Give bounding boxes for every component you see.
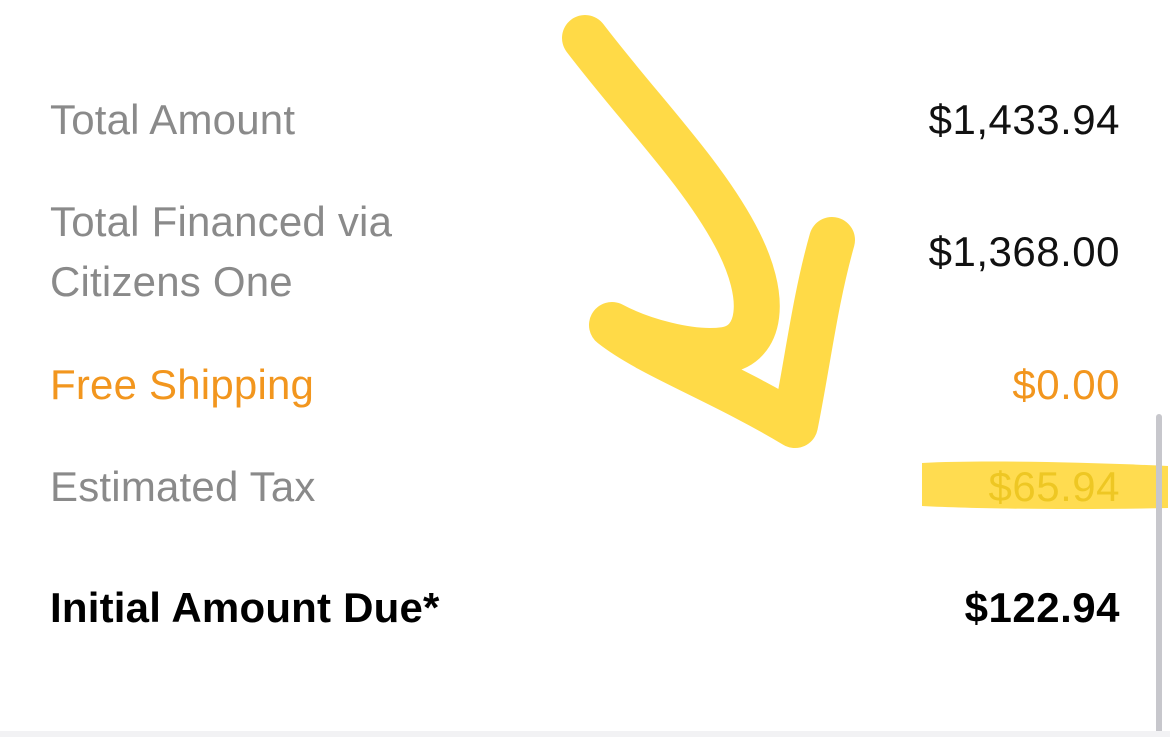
- financed-label-line2: Citizens One: [50, 258, 293, 305]
- order-summary: Total Amount $1,433.94 Total Financed vi…: [0, 0, 1170, 737]
- tax-value: $65.94: [988, 463, 1120, 510]
- financed-label: Total Financed via Citizens One: [50, 192, 392, 312]
- initial-amount-due-label: Initial Amount Due*: [50, 584, 440, 631]
- bottom-divider: [0, 731, 1170, 737]
- tax-row: Estimated Tax $65.94: [50, 457, 1120, 517]
- initial-amount-due-row: Initial Amount Due* $122.94: [50, 578, 1120, 638]
- total-amount-row: Total Amount $1,433.94: [50, 90, 1120, 150]
- financed-value: $1,368.00: [928, 228, 1120, 275]
- financed-row: Total Financed via Citizens One $1,368.0…: [50, 192, 1120, 312]
- total-amount-label: Total Amount: [50, 96, 296, 143]
- shipping-row: Free Shipping $0.00: [50, 355, 1120, 415]
- financed-label-line1: Total Financed via: [50, 198, 393, 245]
- shipping-label: Free Shipping: [50, 361, 315, 408]
- shipping-value: $0.00: [1012, 361, 1120, 408]
- initial-amount-due-value: $122.94: [964, 584, 1120, 631]
- scrollbar[interactable]: [1156, 414, 1162, 737]
- total-amount-value: $1,433.94: [928, 96, 1120, 143]
- tax-label: Estimated Tax: [50, 463, 316, 510]
